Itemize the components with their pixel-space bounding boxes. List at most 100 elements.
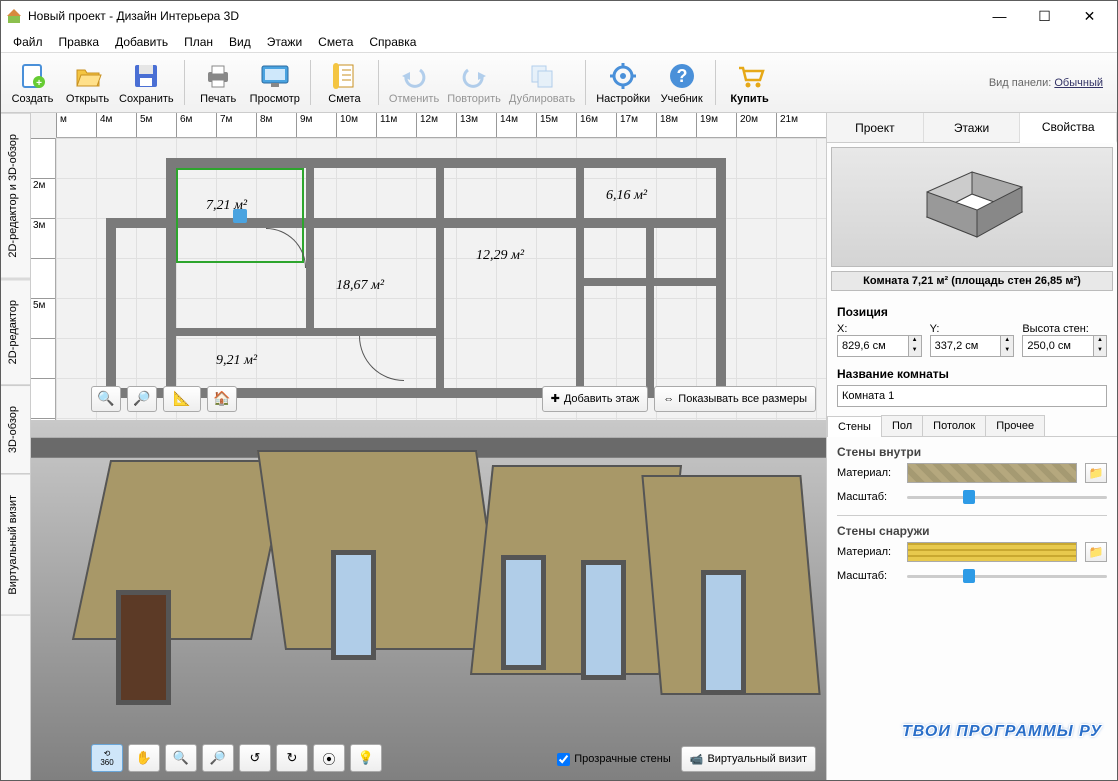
left-view-tabs: 2D-редактор и 3D-обзор 2D-редактор 3D-об… [1,113,31,780]
tab-properties[interactable]: Свойства [1020,113,1117,143]
view-3d-toolbar: ⟲360 ✋ 🔍 🔎 ↺ ↻ ⦿ 💡 [91,744,382,772]
room-area-5: 9,21 м² [216,353,257,369]
ruler-horizontal: м4м5м6м7м8м9м10м11м12м13м14м15м16м17м18м… [56,113,826,138]
position-y-input[interactable]: ▲▼ [930,335,1015,357]
virtual-visit-button[interactable]: 📹Виртуальный визит [681,746,816,772]
menu-edit[interactable]: Правка [51,33,108,51]
camera-icon: 📹 [690,753,704,766]
tb-undo: Отменить [385,57,443,108]
folder-icon: 📁 [1089,545,1104,559]
close-button[interactable]: ✕ [1067,1,1112,31]
material-subtabs: Стены Пол Потолок Прочее [827,415,1117,437]
subtab-walls[interactable]: Стены [827,416,882,437]
tb-settings[interactable]: Настройки [592,57,654,108]
tb-buy[interactable]: Купить [722,57,777,108]
tb-preview[interactable]: Просмотр [246,57,304,108]
wall-in-material-swatch[interactable] [907,463,1077,483]
tb-new[interactable]: +Создать [5,57,60,108]
wall-out-scale-slider[interactable] [907,566,1107,586]
transparent-walls-checkbox[interactable]: Прозрачные стены [557,753,670,766]
view-3d-right-bar: Прозрачные стены 📹Виртуальный визит [557,746,816,772]
menu-bar: Файл Правка Добавить План Вид Этажи Смет… [1,31,1117,53]
menu-file[interactable]: Файл [5,33,51,51]
section-position: Позиция [837,305,1107,319]
view-3d[interactable]: ⟲360 ✋ 🔍 🔎 ↺ ↻ ⦿ 💡 Прозрачные стены 📹Вир… [31,420,826,780]
room-area-2: 6,16 м² [606,188,647,204]
room-preview [831,147,1113,267]
plan-toolbar-right: ✚Добавить этаж ⇔Показывать все размеры [542,386,816,412]
folder-icon: 📁 [1089,466,1104,480]
pan-button[interactable]: ✋ [128,744,160,772]
buy-icon [734,60,766,92]
right-panel: Проект Этажи Свойства Комната 7,21 м² (п… [827,113,1117,780]
undo-icon [398,60,430,92]
home-button[interactable]: 🏠 [207,386,237,412]
zoom-in-button[interactable]: 🔎 [127,386,157,412]
add-floor-button[interactable]: ✚Добавить этаж [542,386,649,412]
settings-icon [607,60,639,92]
right-tabs: Проект Этажи Свойства [827,113,1117,143]
section-room-name: Название комнаты [837,367,1107,381]
reset-view-button[interactable]: ⦿ [313,744,345,772]
tb-help[interactable]: ?Учебник [654,57,709,108]
minimize-button[interactable]: — [977,1,1022,31]
menu-help[interactable]: Справка [361,33,424,51]
menu-floors[interactable]: Этажи [259,33,310,51]
wall-out-material-swatch[interactable] [907,542,1077,562]
menu-estimate[interactable]: Смета [310,33,361,51]
show-dimensions-button[interactable]: ⇔Показывать все размеры [654,386,816,412]
walls-outside-title: Стены снаружи [837,524,1107,538]
floorplan[interactable]: 7,21 м² 6,16 м² 18,67 м² 12,29 м² 9,21 м… [106,158,726,418]
subtab-floor[interactable]: Пол [881,415,923,436]
app-icon [6,8,22,24]
tab-project[interactable]: Проект [827,113,924,142]
title-bar: Новый проект - Дизайн Интерьера 3D — ☐ ✕ [1,1,1117,31]
menu-add[interactable]: Добавить [107,33,176,51]
room-area-3: 18,67 м² [336,278,384,294]
vtab-2d[interactable]: 2D-редактор [1,279,30,385]
position-x-input[interactable]: ▲▼ [837,335,922,357]
room-name-input[interactable] [837,385,1107,407]
panel-mode-link[interactable]: Обычный [1054,77,1103,89]
tb-save[interactable]: Сохранить [115,57,178,108]
zoom-out-3d-button[interactable]: 🔍 [165,744,197,772]
menu-plan[interactable]: План [176,33,221,51]
tb-estimate[interactable]: Смета [317,57,372,108]
estimate-icon [328,60,360,92]
duplicate-icon [526,60,558,92]
rotate-right-button[interactable]: ↻ [276,744,308,772]
tab-floors[interactable]: Этажи [924,113,1021,142]
menu-view[interactable]: Вид [221,33,259,51]
redo-icon [458,60,490,92]
vtab-virtual[interactable]: Виртуальный визит [1,474,30,616]
tb-print[interactable]: Печать [191,57,246,108]
zoom-in-3d-button[interactable]: 🔎 [202,744,234,772]
plan-toolbar-left: 🔍 🔎 📐 🏠 [91,386,237,412]
rotate-left-button[interactable]: ↺ [239,744,271,772]
print-icon [202,60,234,92]
subtab-ceiling[interactable]: Потолок [922,415,986,436]
maximize-button[interactable]: ☐ [1022,1,1067,31]
wall-in-scale-slider[interactable] [907,487,1107,507]
watermark: ТВОИ ПРОГРАММЫ РУ [902,723,1102,741]
walls-inside-title: Стены внутри [837,445,1107,459]
vtab-3d[interactable]: 3D-обзор [1,385,30,474]
zoom-out-button[interactable]: 🔍 [91,386,121,412]
help-icon: ? [666,60,698,92]
floor-add-icon: ✚ [551,392,560,405]
ruler-vertical: 2м3м5м8м [31,138,56,420]
subtab-other[interactable]: Прочее [985,415,1045,436]
rotate-360-button[interactable]: ⟲360 [91,744,123,772]
tb-open[interactable]: Открыть [60,57,115,108]
wall-out-material-browse[interactable]: 📁 [1085,542,1107,562]
dimensions-icon: ⇔ [663,393,674,405]
save-icon [130,60,162,92]
vtab-combined[interactable]: 2D-редактор и 3D-обзор [1,113,30,279]
main-toolbar: +Создать Открыть Сохранить Печать Просмо… [1,53,1117,113]
light-button[interactable]: 💡 [350,744,382,772]
measure-button[interactable]: 📐 [163,386,201,412]
wall-in-material-browse[interactable]: 📁 [1085,463,1107,483]
tb-duplicate: Дублировать [505,57,579,108]
plan-2d-view[interactable]: м4м5м6м7м8м9м10м11м12м13м14м15м16м17м18м… [31,113,826,420]
wall-height-input[interactable]: ▲▼ [1022,335,1107,357]
